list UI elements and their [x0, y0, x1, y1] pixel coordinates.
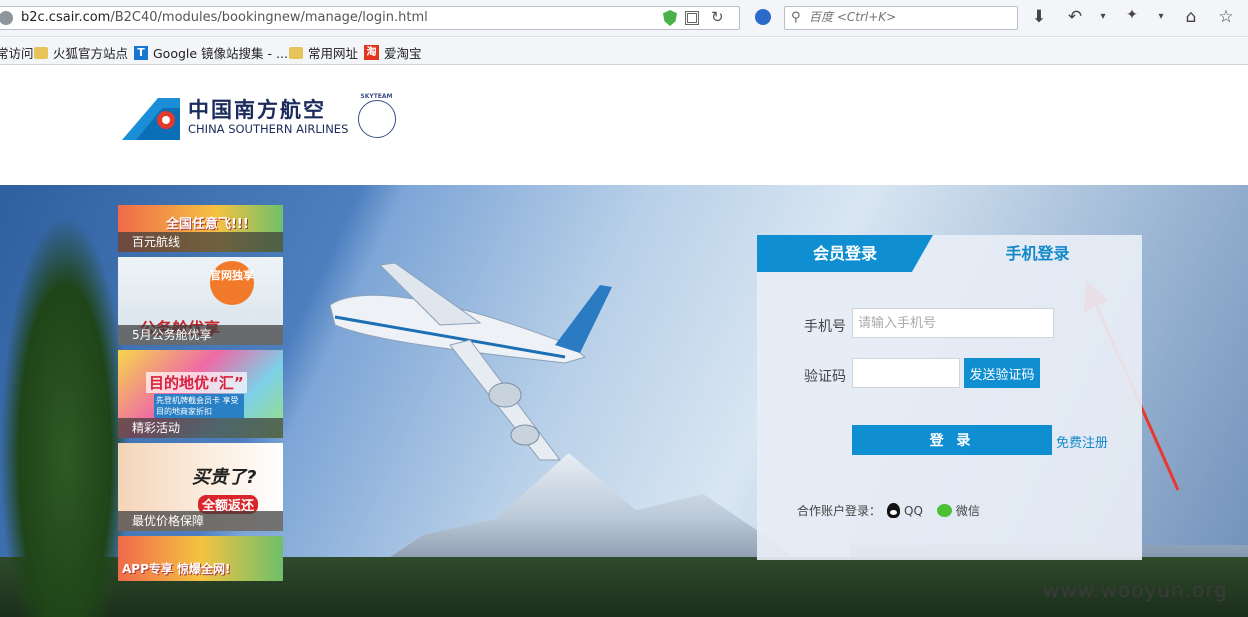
- taobao-icon: 淘: [364, 45, 379, 60]
- undo-icon[interactable]: ↶: [1064, 7, 1086, 27]
- addon-icon[interactable]: ✦: [1121, 7, 1143, 23]
- bookmark-item[interactable]: 淘爱淘宝: [364, 43, 422, 62]
- bookmark-label: 火狐官方站点: [53, 46, 129, 61]
- promo-caption: 最优价格保障: [118, 511, 283, 531]
- skyteam-logo-icon: SKYTEAM: [358, 93, 397, 138]
- qq-label: QQ: [904, 503, 923, 518]
- promo-activities[interactable]: 目的地优“汇” 先登机牌截会员卡 享受目的地商家折扣 精彩活动: [118, 350, 283, 438]
- send-code-button[interactable]: 发送验证码: [964, 358, 1040, 388]
- register-link[interactable]: 免费注册: [1056, 432, 1108, 451]
- verification-code-input[interactable]: [852, 358, 960, 388]
- extension-icon[interactable]: [755, 9, 771, 25]
- reload-icon[interactable]: ↻: [711, 8, 724, 26]
- phone-label: 手机号: [804, 319, 846, 335]
- wechat-login[interactable]: 微信: [936, 502, 980, 519]
- partner-label: 合作账户登录：: [797, 504, 882, 518]
- logo-english-name: CHINA SOUTHERN AIRLINES: [188, 122, 349, 136]
- promo-best-price[interactable]: 买贵了? 全额返还 最优价格保障: [118, 443, 283, 531]
- promo-caption: 百元航线: [118, 232, 283, 252]
- login-button[interactable]: 登 录: [852, 425, 1052, 455]
- promo-sub-text: 先登机牌截会员卡 享受目的地商家折扣: [154, 394, 244, 418]
- dropdown-icon[interactable]: ▾: [1092, 11, 1114, 22]
- globe-icon: [0, 11, 13, 25]
- search-icon: ⚲: [791, 10, 801, 25]
- promo-badge: 官网独享: [210, 261, 254, 305]
- qq-icon: [887, 503, 901, 518]
- search-bar[interactable]: ⚲: [784, 6, 1018, 30]
- t-icon: T: [134, 45, 148, 60]
- qq-login[interactable]: QQ: [887, 503, 923, 518]
- url-path: /B2C40/modules/bookingnew/manage/login.h…: [110, 10, 428, 25]
- csair-logo[interactable]: 中国南方航空 CHINA SOUTHERN AIRLINES SKYTEAM: [122, 93, 397, 140]
- trees-image: [0, 215, 130, 617]
- logo-chinese-name: 中国南方航空: [188, 98, 326, 122]
- site-header: 中国南方航空 CHINA SOUTHERN AIRLINES SKYTEAM: [0, 66, 1248, 185]
- bookmark-item[interactable]: 常用网址: [289, 43, 358, 62]
- qr-code-icon[interactable]: [685, 11, 699, 25]
- bookmark-item[interactable]: 常访问: [0, 43, 34, 62]
- promo-app-exclusive[interactable]: APP专享 惊爆全网!: [118, 536, 283, 581]
- bookmark-label: 爱淘宝: [384, 46, 422, 61]
- watermark: www.wooyun.org: [1043, 578, 1228, 602]
- partner-login: 合作账户登录： QQ 微信: [797, 502, 980, 519]
- dropdown-icon[interactable]: ▾: [1150, 11, 1172, 22]
- promo-business-class[interactable]: 官网独享 公务舱优享 5月公务舱优享: [118, 257, 283, 345]
- code-label: 验证码: [804, 369, 846, 385]
- url-host: b2c.csair.com: [21, 10, 111, 25]
- bookmark-item[interactable]: 火狐官方站点: [34, 43, 128, 62]
- airplane-image: [329, 262, 612, 461]
- address-bar[interactable]: b2c.csair.com/B2C40/modules/bookingnew/m…: [0, 6, 740, 30]
- promo-cheap-routes[interactable]: 全国任意飞!!! 百元航线: [118, 205, 283, 252]
- kapok-logo-icon: [122, 98, 180, 140]
- skyteam-text: SKYTEAM: [360, 93, 393, 100]
- download-icon[interactable]: ⬇: [1028, 7, 1050, 27]
- promo-art-text: 全国任意飞!!!: [166, 217, 249, 232]
- bookmark-item[interactable]: T Google 镜像站搜集 - ...: [134, 43, 288, 62]
- home-icon[interactable]: ⌂: [1180, 7, 1202, 27]
- star-icon[interactable]: ☆: [1215, 7, 1237, 27]
- wechat-icon: [936, 504, 952, 517]
- promo-caption: 5月公务舱优享: [118, 325, 283, 345]
- bookmarks-bar: 常访问 火狐官方站点 T Google 镜像站搜集 - ... 常用网址 淘爱淘宝: [0, 38, 1248, 65]
- promo-caption: 精彩活动: [118, 418, 283, 438]
- promo-image: APP专享 惊爆全网!: [118, 536, 283, 581]
- bookmark-label: 常用网址: [308, 46, 359, 61]
- browser-toolbar: b2c.csair.com/B2C40/modules/bookingnew/m…: [0, 0, 1248, 37]
- wechat-label: 微信: [955, 504, 980, 518]
- promo-art-text: 买贵了?: [192, 467, 257, 488]
- shield-icon[interactable]: [663, 10, 677, 26]
- tab-phone-login[interactable]: 手机登录: [933, 235, 1142, 272]
- tab-member-login[interactable]: 会员登录: [757, 235, 933, 272]
- folder-icon: [289, 46, 303, 59]
- search-input[interactable]: [809, 10, 1009, 24]
- login-panel: 会员登录 手机登录 手机号 验证码 发送验证码 登 录 免费注册 合作账户登录：…: [757, 235, 1142, 560]
- phone-input[interactable]: [852, 308, 1054, 338]
- promo-art-text: 目的地优“汇”: [146, 372, 247, 393]
- bookmark-label: Google 镜像站搜集 - ...: [153, 46, 288, 61]
- url-text[interactable]: b2c.csair.com/B2C40/modules/bookingnew/m…: [21, 10, 428, 25]
- promo-art-text: APP专享 惊爆全网!: [122, 562, 231, 576]
- folder-icon: [34, 46, 48, 59]
- bookmark-label: 常访问: [0, 46, 34, 61]
